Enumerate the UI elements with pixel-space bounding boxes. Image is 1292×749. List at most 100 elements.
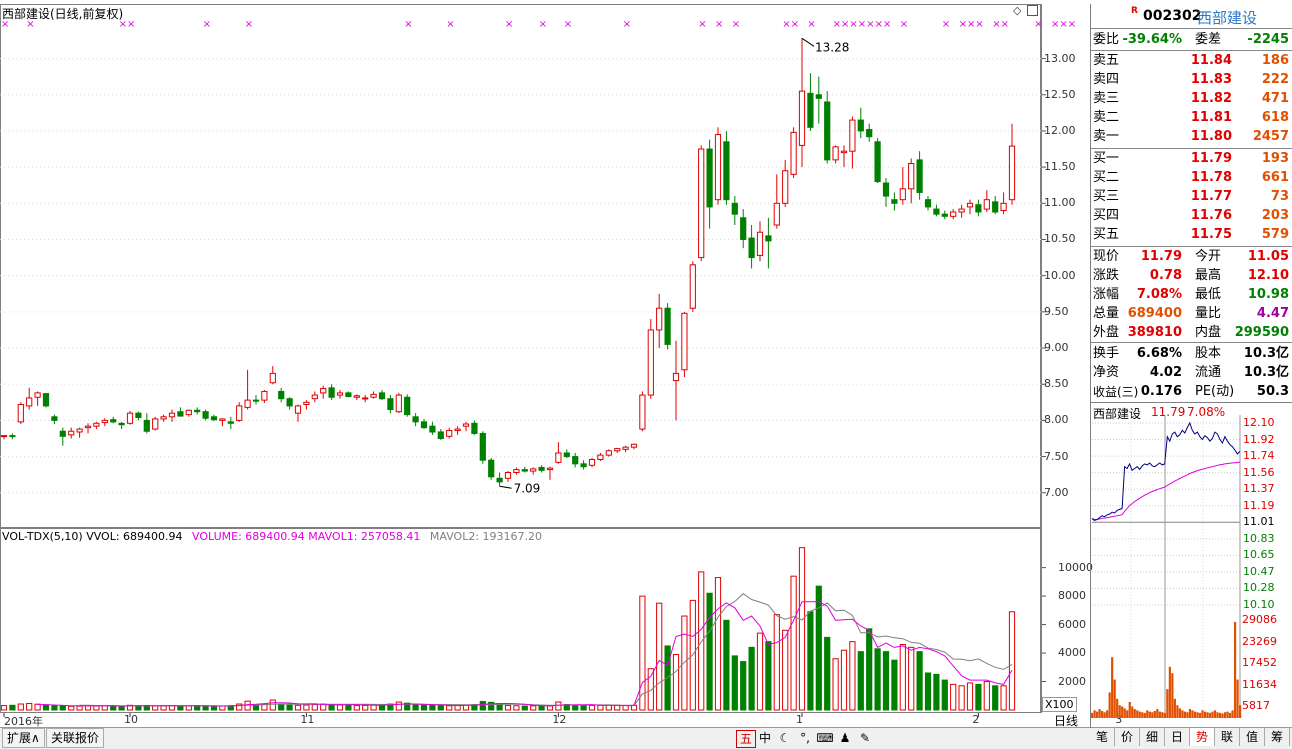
candle-body — [924, 199, 932, 208]
candle-body — [849, 119, 856, 152]
right-tab-5[interactable]: 联 — [1215, 728, 1240, 746]
right-tab-4[interactable]: 势 — [1190, 728, 1215, 746]
right-tab-1[interactable]: 价 — [1115, 728, 1140, 746]
mini-pct: 7.08% — [1187, 405, 1226, 419]
candle-body — [723, 141, 730, 201]
buy-row-2[interactable]: 买二 11.78 661 — [1091, 169, 1292, 187]
stat-l2: 最高 — [1195, 268, 1222, 283]
stat-row: 现价 11.79 今开 11.05 — [1091, 248, 1292, 266]
buy-row-1-vol: 193 — [1261, 151, 1289, 166]
mini-axis-label: 11.92 — [1243, 432, 1275, 446]
signal-marker: × — [446, 19, 454, 30]
right-tab-6[interactable]: 值 — [1240, 728, 1265, 746]
tab-related-quote[interactable]: 关联报价 — [46, 728, 105, 748]
right-tab-7[interactable]: 筹 — [1265, 728, 1290, 746]
mini-axis-label: 11.01 — [1243, 515, 1275, 529]
signal-marker: × — [858, 19, 866, 30]
candle-body — [992, 201, 999, 213]
sell-row-4-label: 卖四 — [1093, 72, 1120, 87]
stat2-l2: 股本 — [1195, 346, 1222, 361]
stat2-l1: 收益(三) — [1093, 385, 1139, 399]
sell-row-4-price: 11.83 — [1190, 72, 1232, 87]
vol-tick-label: 10000 — [1058, 560, 1093, 574]
volume-pane[interactable] — [0, 528, 1041, 713]
buy-row-5[interactable]: 买五 11.75 579 — [1091, 226, 1292, 244]
low-annotation: 7.09 — [514, 481, 541, 495]
stat-row: 涨跌 0.78 最高 12.10 — [1091, 267, 1292, 285]
time-axis: 2016年 10 11 12 1 2 3 — [0, 713, 1122, 728]
candle-body — [420, 421, 428, 429]
right-tab-0[interactable]: 笔 — [1090, 728, 1115, 746]
sell-row-1[interactable]: 卖一 11.80 2457 — [1091, 128, 1292, 146]
candle-body — [471, 422, 478, 434]
toolbar-icon-5[interactable]: ♟ — [836, 730, 854, 746]
diamond-icon[interactable]: ◇ — [1013, 4, 1021, 17]
signal-marker: × — [900, 19, 908, 30]
weibi-value: -39.64% — [1122, 32, 1182, 47]
stat2-l2: PE(动) — [1195, 384, 1235, 399]
candle-body — [681, 312, 688, 371]
weicha-label: 委差 — [1195, 32, 1222, 47]
toolbar-icon-2[interactable]: ☾ — [776, 730, 794, 746]
stat-v1: 7.08% — [1136, 287, 1182, 302]
sell-row-5-vol: 186 — [1261, 53, 1289, 68]
candle-body — [462, 423, 470, 427]
sell-row-3-price: 11.82 — [1190, 91, 1232, 106]
buy-row-3[interactable]: 买三 11.77 73 — [1091, 188, 1292, 206]
tab-extend[interactable]: 扩展∧ — [2, 728, 45, 748]
buy-row-1-price: 11.79 — [1190, 151, 1232, 166]
price-tick-label: 12.50 — [1044, 87, 1076, 101]
candle-body — [530, 468, 537, 472]
buy-row-4[interactable]: 买四 11.76 203 — [1091, 207, 1292, 225]
stat-v2: 11.05 — [1247, 249, 1289, 264]
candle-body — [412, 416, 419, 423]
right-tab-3[interactable]: 日 — [1165, 728, 1190, 746]
candle-body — [874, 141, 881, 183]
signal-marker: × — [539, 19, 547, 30]
buy-row-1[interactable]: 买一 11.79 193 — [1091, 150, 1292, 168]
toolbar-icon-0[interactable]: 五 — [736, 730, 756, 748]
candle-body — [765, 235, 772, 242]
price-tick-label: 10.00 — [1044, 268, 1076, 282]
sell-row-4[interactable]: 卖四 11.83 222 — [1091, 71, 1292, 89]
candle-body — [244, 399, 251, 408]
vol-volume: VOLUME: 689400.94 — [192, 530, 305, 543]
signal-marker: × — [833, 19, 841, 30]
candle-body — [521, 469, 528, 472]
toolbar-icon-1[interactable]: 中 — [756, 730, 774, 746]
candle-body — [488, 459, 495, 478]
candle-body — [866, 128, 873, 138]
mini-axis-label: 10.65 — [1243, 548, 1275, 562]
candle-body — [395, 394, 402, 413]
sell-row-2-label: 卖二 — [1093, 110, 1120, 125]
vol-unit-label: X100 — [1042, 697, 1077, 712]
candle-body — [966, 202, 974, 208]
candle-body — [311, 394, 318, 400]
toolbar-icon-4[interactable]: ⌨ — [816, 730, 834, 746]
signal-marker: × — [866, 19, 874, 30]
candle-body — [698, 148, 705, 259]
candle-body — [798, 90, 806, 146]
buy-row-3-price: 11.77 — [1190, 189, 1232, 204]
maximize-icon[interactable] — [1027, 5, 1038, 16]
mini-axis-label: 10.83 — [1243, 531, 1275, 545]
stock-name[interactable]: 西部建设 — [1197, 7, 1257, 28]
sell-row-2[interactable]: 卖二 11.81 618 — [1091, 109, 1292, 127]
volume-title: VOL-TDX(5,10) VVOL: 689400.94 VOLUME: 68… — [2, 530, 542, 543]
candle-body — [404, 396, 411, 416]
candle-body — [891, 199, 898, 204]
toolbar-icon-3[interactable]: °, — [796, 730, 814, 746]
time-tick-label: 2 — [972, 713, 980, 726]
right-tab-2[interactable]: 细 — [1140, 728, 1165, 746]
sell-row-3[interactable]: 卖三 11.82 471 — [1091, 90, 1292, 108]
candle-body — [210, 416, 218, 421]
stat2-l1: 净资 — [1093, 365, 1120, 380]
sell-row-5[interactable]: 卖五 11.84 186 — [1091, 52, 1292, 70]
mini-vol-axis-label: 5817 — [1242, 699, 1270, 712]
stat-row: 外盘 389810 内盘 299590 — [1091, 324, 1292, 342]
stat-v2: 4.47 — [1256, 306, 1289, 321]
mini-axis-label: 11.37 — [1243, 482, 1275, 496]
candle-body — [748, 237, 755, 259]
candle-body — [572, 456, 579, 465]
toolbar-icon-6[interactable]: ✎ — [856, 730, 874, 746]
